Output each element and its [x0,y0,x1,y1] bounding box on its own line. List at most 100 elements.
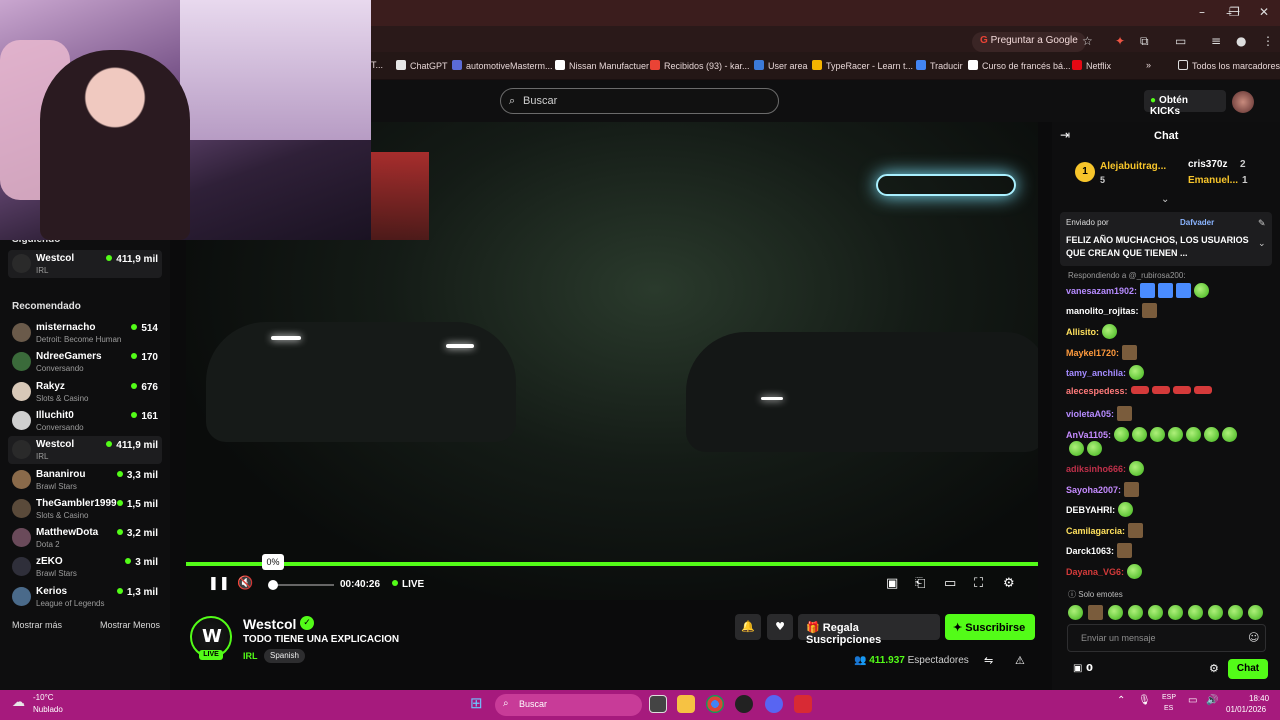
chat-username[interactable]: Maykel1720: [1066,348,1119,358]
chat-message[interactable]: Allisito: [1066,324,1117,339]
clip-icon[interactable]: ⎗ [915,576,925,591]
more-bookmarks-icon[interactable]: » [1146,60,1151,70]
chat-username[interactable]: adiksinho666: [1066,464,1126,474]
emoji-picker-icon[interactable]: ☺ [1248,631,1259,644]
reading-list-icon[interactable]: ≡ [1211,34,1221,48]
quick-emote-icon[interactable] [1168,605,1183,620]
miniplayer-icon[interactable]: ▣ [886,576,898,591]
volume-icon[interactable]: 🔊 [1206,695,1218,706]
fullscreen-icon[interactable]: ⛶ [974,576,983,591]
bookmark-item[interactable]: Curso de francés bá... [968,60,1071,71]
mute-icon[interactable]: 🔇 [237,576,253,591]
leaderboard-name[interactable]: Emanuel... [1188,175,1238,186]
bookmark-item[interactable]: User area [754,60,808,71]
chat-settings-icon[interactable]: ⚙ [1209,662,1219,675]
bookmark-item[interactable]: TypeRacer - Learn t... [812,60,913,71]
quick-emote-icon[interactable] [1148,605,1163,620]
channel-points[interactable]: ▣ 0 [1073,663,1093,674]
get-kicks-button[interactable]: ● Obtén KICKs [1144,90,1226,117]
bookmark-item[interactable]: automotiveMasterm... [452,60,553,71]
chat-username[interactable]: violetaA05: [1066,409,1114,419]
bookmark-star-icon[interactable]: ☆ [1082,34,1093,48]
chat-message[interactable]: vanesazam1902: [1066,283,1210,298]
close-window-button[interactable]: ✕ [1259,5,1269,19]
subscribe-button[interactable]: ✦ Suscribirse [945,614,1035,640]
discord-icon[interactable] [765,695,783,713]
quick-emote-icon[interactable] [1108,605,1123,620]
chat-username[interactable]: Dayana_VG6: [1066,567,1124,577]
minimize-window-button[interactable]: – [1199,5,1205,19]
clock-time[interactable]: 18:40 [1249,694,1269,703]
app-red-icon[interactable] [794,695,812,713]
chat-message[interactable]: violetaA05: [1066,406,1133,421]
chat-username[interactable]: AnVa1105: [1066,430,1111,440]
cast-icon[interactable]: ▭ [1175,34,1186,48]
chat-username[interactable]: Allisito: [1066,327,1099,337]
sidebar-channel-item[interactable]: Westcol IRL 411,9 mil [8,250,162,278]
live-indicator[interactable]: LIVE [392,579,424,590]
share-icon[interactable]: ⇋ [984,654,993,667]
bookmark-item[interactable]: Traducir [916,60,963,71]
pause-icon[interactable]: ❚❚ [208,576,230,591]
chat-message[interactable]: Darck1063: [1066,543,1133,558]
bookmark-item[interactable]: Netflix [1072,60,1111,71]
chat-username[interactable]: Sayoha2007: [1066,485,1121,495]
sidebar-channel-item[interactable]: MatthewDota Dota 2 3,2 mil [8,524,162,552]
settings-icon[interactable]: ⚙ [1003,576,1015,591]
keyboard-language[interactable]: ESP [1162,694,1176,701]
tray-chevron-icon[interactable]: ⌃ [1117,695,1125,706]
chat-message[interactable]: Sayoha2007: [1066,482,1140,497]
chat-message[interactable]: manolito_rojitas: [1066,303,1157,318]
search-input[interactable]: ⌕ Buscar [500,88,779,114]
chat-message[interactable]: tamy_anchila: [1066,365,1145,380]
chat-username[interactable]: vanesazam1902: [1066,286,1137,296]
leaderboard-name[interactable]: cris370z [1188,159,1227,170]
streamer-name[interactable]: Westcol [243,616,296,632]
keyboard-layout[interactable]: ES [1164,705,1173,712]
chevron-down-icon[interactable]: ⌄ [1258,238,1266,249]
sidebar-channel-item[interactable]: TheGambler1999 Slots & Casino 1,5 mil [8,495,162,523]
chat-username[interactable]: manolito_rojitas: [1066,306,1139,316]
restore-icon[interactable]: ❐ [1229,5,1240,19]
taskbar-search[interactable]: ⌕ Buscar [495,694,642,716]
theater-icon[interactable]: ▭ [944,576,956,591]
show-more-link[interactable]: Mostrar más [12,620,62,630]
network-icon[interactable]: ▭ [1188,695,1197,706]
expand-leaderboard-icon[interactable]: ⌄ [1161,194,1169,205]
send-chat-button[interactable]: Chat [1228,659,1268,679]
pinned-message[interactable]: Enviado por Dafvader FELIZ AÑO MUCHACHOS… [1060,212,1272,266]
task-view-icon[interactable] [649,695,667,713]
chat-username[interactable]: alecespedess: [1066,386,1128,396]
follow-heart-button[interactable]: ♥ [767,614,793,640]
bookmark-item[interactable]: Recibidos (93) - kar... [650,60,750,71]
quick-emote-icon[interactable] [1188,605,1203,620]
chat-message[interactable]: DEBYAHRI: [1066,502,1134,517]
extensions-puzzle-icon[interactable]: ⧉ [1140,34,1149,49]
chrome-icon[interactable] [706,695,724,713]
volume-knob[interactable] [268,580,278,590]
language-tag[interactable]: Spanish [264,649,305,663]
show-less-link[interactable]: Mostrar Menos [100,620,160,630]
chat-message[interactable]: adiksinho666: [1066,461,1145,476]
menu-dots-icon[interactable]: ⋮ [1262,34,1274,48]
user-avatar[interactable] [1232,91,1254,113]
ask-google-button[interactable]: G Preguntar a Google [972,32,1086,52]
chat-username[interactable]: tamy_anchila: [1066,368,1126,378]
gift-subs-button[interactable]: 🎁 Regala Suscripciones [798,614,940,646]
bookmark-partial[interactable]: T... [371,60,383,70]
chat-message[interactable]: Camilagarcia: [1066,523,1144,538]
profile-icon[interactable]: ● [1236,34,1246,48]
extension-icon[interactable]: ✦ [1115,34,1125,48]
chat-input[interactable]: Enviar un mensaje ☺ [1067,624,1266,652]
chat-username[interactable]: Darck1063: [1066,546,1114,556]
sidebar-channel-item[interactable]: zEKO Brawl Stars 3 mil [8,553,162,581]
chat-message[interactable]: Maykel1720: [1066,345,1138,360]
sidebar-channel-item[interactable]: misternacho Detroit: Become Human 514 [8,319,162,347]
app-icon[interactable] [735,695,753,713]
quick-emote-icon[interactable] [1128,605,1143,620]
chat-message[interactable]: alecespedess: [1066,386,1212,396]
collapse-chat-icon[interactable]: ⇥ [1060,128,1070,142]
all-bookmarks-folder[interactable]: Todos los marcadores [1178,60,1280,71]
volume-slider[interactable] [274,584,334,586]
sidebar-channel-item[interactable]: Bananirou Brawl Stars 3,3 mil [8,466,162,494]
